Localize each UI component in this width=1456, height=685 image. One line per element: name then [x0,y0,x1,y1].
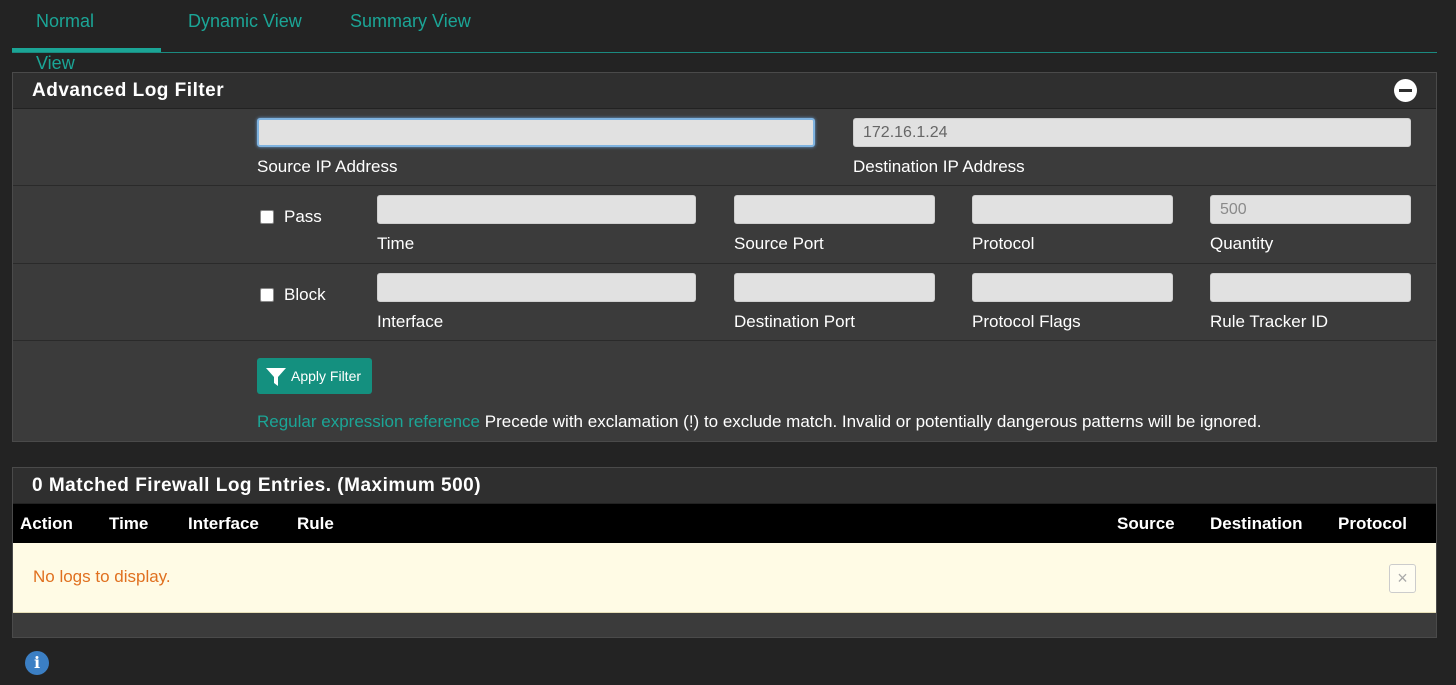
quantity-input[interactable]: 500 [1210,195,1411,224]
column-interface[interactable]: Interface [188,514,259,534]
column-protocol[interactable]: Protocol [1338,514,1407,534]
destination-port-input[interactable] [734,273,935,302]
source-port-label: Source Port [734,234,824,253]
tab-dynamic-view[interactable]: Dynamic View [164,0,326,52]
column-rule[interactable]: Rule [297,514,334,534]
quantity-label: Quantity [1210,234,1274,253]
protocol-label: Protocol [972,234,1035,253]
source-port-input[interactable] [734,195,935,224]
info-icon[interactable]: i [25,651,49,675]
filter-icon [266,368,286,386]
tab-summary-view[interactable]: Summary View [326,0,495,52]
destination-ip-input[interactable]: 172.16.1.24 [853,118,1411,147]
advanced-log-filter-panel: Advanced Log Filter Source IP Address 17… [12,72,1437,442]
pass-checkbox[interactable] [260,210,274,224]
tab-normal-view[interactable]: Normal View [12,0,161,73]
apply-filter-button[interactable]: Apply Filter [257,358,372,394]
column-source[interactable]: Source [1117,514,1175,534]
protocol-input[interactable] [972,195,1173,224]
rule-tracker-id-label: Rule Tracker ID [1210,312,1329,331]
time-label: Time [377,234,415,253]
panel-heading: Advanced Log Filter [13,73,1436,109]
column-time[interactable]: Time [109,514,148,534]
apply-filter-label: Apply Filter [291,368,362,384]
filter-row-actions: Apply Filter Regular expression referenc… [13,341,1436,442]
column-destination[interactable]: Destination [1210,514,1303,534]
source-ip-input[interactable] [257,118,815,147]
source-ip-label: Source IP Address [257,157,398,176]
time-input[interactable] [377,195,696,224]
interface-label: Interface [377,312,444,331]
pass-label: Pass [284,207,322,226]
hint-text: Precede with exclamation (!) to exclude … [480,412,1262,431]
filter-row-ip: Source IP Address 172.16.1.24 Destinatio… [13,109,1436,186]
firewall-log-panel: 0 Matched Firewall Log Entries. (Maximum… [12,467,1437,638]
log-panel-heading: 0 Matched Firewall Log Entries. (Maximum… [13,468,1436,504]
filter-hint: Regular expression reference Precede wit… [257,412,1261,432]
block-label: Block [284,285,326,304]
block-checkbox[interactable] [260,288,274,302]
rule-tracker-id-input[interactable] [1210,273,1411,302]
destination-ip-label: Destination IP Address [853,157,1025,176]
column-action[interactable]: Action [20,514,73,534]
close-icon[interactable]: × [1389,564,1416,593]
filter-row-block: Block Interface Destination Port Protoco… [13,264,1436,341]
no-logs-message: No logs to display. [33,567,171,586]
panel-title: Advanced Log Filter [32,80,225,101]
protocol-flags-input[interactable] [972,273,1173,302]
filter-row-pass: Pass Time Source Port Protocol 500 Quant… [13,186,1436,264]
no-logs-alert: No logs to display. × [13,543,1436,613]
regex-reference-link[interactable]: Regular expression reference [257,412,480,431]
interface-input[interactable] [377,273,696,302]
log-table-header: Action Time Interface Rule Source Destin… [13,504,1436,543]
destination-port-label: Destination Port [734,312,855,331]
view-tabs: Normal View Dynamic View Summary View [12,0,1437,73]
log-panel-title: 0 Matched Firewall Log Entries. (Maximum… [32,475,482,496]
protocol-flags-label: Protocol Flags [972,312,1081,331]
collapse-icon[interactable] [1394,79,1417,102]
